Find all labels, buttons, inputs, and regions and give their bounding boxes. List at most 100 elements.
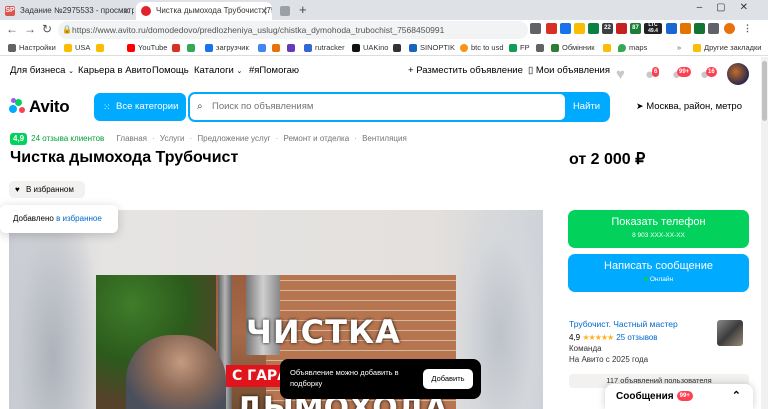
browser-nav-buttons[interactable]: ←→↻ [6, 22, 58, 36]
avito-logo[interactable]: Avito [9, 97, 99, 117]
breadcrumb-home[interactable]: Главная [117, 134, 147, 143]
extension-icon[interactable] [694, 23, 705, 34]
gear-icon [8, 44, 16, 52]
rating-stars-icon: ★★★★★ [582, 333, 614, 342]
bookmark-site[interactable] [536, 42, 546, 54]
bookmark-site[interactable] [603, 42, 613, 54]
bookmark-downloader[interactable]: загрузчик [205, 42, 249, 54]
reload-icon[interactable]: ↻ [42, 22, 58, 36]
star-icon[interactable] [574, 23, 585, 34]
seller-reviews-link[interactable]: 25 отзывов [616, 333, 657, 342]
bookmark-fp[interactable]: FP [509, 42, 530, 54]
bookmark-site[interactable] [172, 42, 182, 54]
breadcrumb: 4,9 24 отзыва клиентов Главная · Услуги · П… [10, 133, 409, 145]
my-ads-button[interactable]: ▯ Мои объявления [528, 65, 610, 76]
breadcrumb-repair[interactable]: Ремонт и отделка [283, 134, 349, 143]
extension-icon[interactable] [588, 23, 599, 34]
forward-icon[interactable]: → [24, 22, 42, 36]
address-bar[interactable]: 🔒 https://www.avito.ru/domodedovo/predlo… [58, 21, 528, 39]
seller-avatar[interactable] [717, 320, 743, 346]
extension-icon[interactable] [546, 23, 557, 34]
bookmark-maps[interactable]: maps [618, 42, 647, 54]
cart-badge: 16 [706, 67, 717, 77]
bookmark-site[interactable] [287, 42, 297, 54]
google-icon [460, 44, 468, 52]
close-tab-icon[interactable]: ✕ [122, 2, 130, 20]
reviews-link[interactable]: 24 отзыва клиентов [31, 134, 104, 143]
bookmark-settings[interactable]: Настройки [8, 42, 56, 54]
extension-icon[interactable] [666, 23, 677, 34]
seller-name-link[interactable]: Трубочист. Частный мастер [569, 319, 678, 329]
document-icon: ▯ [528, 65, 534, 76]
extension-icon[interactable]: 87 [630, 23, 641, 34]
bookmark-exchanger[interactable]: Обмінник [551, 42, 595, 54]
drive-icon [187, 44, 195, 52]
folder-icon [64, 44, 72, 52]
bookmark-rutracker[interactable]: rutracker [304, 42, 345, 54]
bookmark-site[interactable] [258, 42, 268, 54]
find-button[interactable]: Найти [565, 94, 608, 120]
more-bookmarks-icon[interactable]: » [677, 42, 681, 54]
profile-icon[interactable] [724, 23, 735, 34]
bookmark-uakino[interactable]: UAKino [352, 42, 388, 54]
breadcrumb-ventilation[interactable]: Вентиляция [362, 134, 407, 143]
map-pin-icon [618, 44, 626, 52]
nav-business[interactable]: Для бизнеса ⌄ [10, 65, 74, 76]
bookmark-site[interactable] [272, 42, 282, 54]
bookmark-other[interactable]: Другие закладки [693, 42, 761, 54]
bookmark-site[interactable] [96, 42, 106, 54]
site-icon [258, 44, 266, 52]
favorite-button[interactable]: ♥ В избранном [9, 181, 85, 198]
seller-type: Команда [569, 344, 602, 353]
extension-icons: 22 87 LTC 49.4 ⋮ [530, 22, 768, 37]
bookmark-sinoptik[interactable]: SINOPTIK [409, 42, 455, 54]
chevron-up-icon[interactable]: ⌃ [732, 384, 741, 409]
user-avatar[interactable] [727, 63, 749, 85]
puzzle-icon[interactable] [708, 23, 719, 34]
extension-icon[interactable]: 22 [602, 23, 613, 34]
browser-tab-extra[interactable] [274, 2, 296, 20]
write-message-button[interactable]: Написать сообщение Онлайн [568, 254, 749, 292]
dropdown-icon[interactable] [530, 23, 541, 34]
messages-badge: 99+ [677, 67, 692, 77]
logo-dot-purple [11, 98, 16, 103]
menu-icon[interactable]: ⋮ [742, 23, 753, 34]
back-icon[interactable]: ← [6, 22, 24, 36]
messages-panel[interactable]: Сообщения 99+ ⌃ [605, 384, 753, 409]
window-controls[interactable]: –▢✕ [697, 2, 762, 13]
show-phone-button[interactable]: Показать телефон 8 903 XXX-XX-XX [568, 210, 749, 248]
new-tab-icon[interactable]: + [299, 2, 307, 18]
post-ad-button[interactable]: + Разместить объявление [408, 65, 523, 76]
chevron-down-icon: ⌄ [236, 68, 243, 75]
bookmarks-bar: Настройки USA YouTube загрузчик rutracke… [0, 40, 768, 56]
nav-career[interactable]: Карьера в Авито [78, 65, 151, 76]
bookmark-youtube[interactable]: YouTube [127, 42, 167, 54]
bookmark-usa[interactable]: USA [64, 42, 90, 54]
close-tab-icon[interactable]: ✕ [260, 2, 268, 20]
favorites-heart-icon[interactable]: ♥ [616, 66, 625, 83]
all-categories-button[interactable]: ⁙ Все категории [94, 93, 186, 121]
bookmark-site[interactable] [393, 42, 403, 54]
heart-icon: ♥ [15, 185, 20, 194]
browser-tab-avito[interactable]: Чистка дымохода Трубочист (756 ✕ [136, 2, 272, 20]
breadcrumb-services[interactable]: Услуги [160, 134, 185, 143]
add-to-collection-button[interactable]: Добавить [423, 369, 473, 389]
page-scrollbar[interactable] [761, 57, 768, 409]
bookmark-btc[interactable]: btc to usd [460, 42, 504, 54]
search-icon: ⌕ [197, 101, 203, 112]
extension-icon[interactable] [680, 23, 691, 34]
location-selector[interactable]: ➤ Москва, район, метро [636, 101, 742, 112]
browser-tab-task[interactable]: SP Задание №2975533 - просмотр з ✕ [0, 2, 134, 20]
bookmark-site[interactable] [187, 42, 197, 54]
extension-icon[interactable] [616, 23, 627, 34]
nav-i-help[interactable]: #яПомогаю [249, 65, 299, 76]
nav-help[interactable]: Помощь [152, 65, 189, 76]
favorites-link[interactable]: в избранное [56, 214, 102, 223]
breadcrumb-offers[interactable]: Предложение услуг [197, 134, 270, 143]
seller-rating: 4,9 ★★★★★ 25 отзывов [569, 333, 658, 342]
search-input[interactable]: ⌕ Поиск по объявлениям [190, 94, 565, 120]
ltc-ticker-icon[interactable]: LTC 49.4 [644, 22, 662, 34]
nav-catalogs[interactable]: Каталоги ⌄ [194, 65, 242, 76]
share-icon[interactable] [560, 23, 571, 34]
scrollbar-thumb[interactable] [762, 61, 767, 121]
